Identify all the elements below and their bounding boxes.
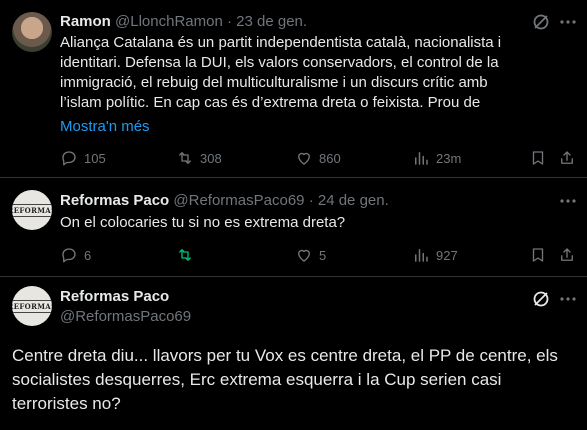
more-icon[interactable] xyxy=(558,12,578,32)
like-count: 5 xyxy=(319,247,327,263)
reply-button[interactable]: 6 xyxy=(60,245,91,265)
avatar[interactable]: REFORMAS xyxy=(12,190,52,230)
reply-count: 6 xyxy=(84,247,92,263)
reply-count: 105 xyxy=(84,150,106,166)
tweet-text: On el colocaries tu si no es extrema dre… xyxy=(60,214,346,231)
tweet-date[interactable]: 24 de gen. xyxy=(318,192,389,209)
like-button[interactable]: 5 xyxy=(295,245,326,265)
author-handle[interactable]: @ReformasPaco69 xyxy=(173,192,304,209)
share-icon xyxy=(561,248,573,261)
views-icon xyxy=(415,152,428,165)
grok-icon[interactable] xyxy=(531,12,551,32)
tweet-ramon[interactable]: Ramon @LlonchRamon · 23 de gen. Aliança … xyxy=(0,0,587,178)
bookmark-icon xyxy=(532,248,544,262)
reply-button[interactable]: 105 xyxy=(60,148,106,168)
share-button[interactable] xyxy=(558,148,576,168)
author-name[interactable]: Reformas Paco xyxy=(60,287,169,307)
retweet-button[interactable] xyxy=(176,245,200,265)
views-count: 927 xyxy=(436,247,458,263)
views-button[interactable]: 23m xyxy=(412,148,461,168)
retweet-count: 308 xyxy=(200,150,222,166)
like-icon xyxy=(298,152,310,165)
tweet-reformas-reply[interactable]: REFORMAS Reformas Paco @ReformasPaco69 ·… xyxy=(0,178,587,277)
grok-icon[interactable] xyxy=(531,289,551,309)
bookmark-button[interactable] xyxy=(529,245,547,265)
like-button[interactable]: 860 xyxy=(295,148,341,168)
avatar-logo-text: REFORMAS xyxy=(12,299,52,313)
action-bar: 6 5 927 xyxy=(60,245,580,265)
share-icon xyxy=(561,151,573,164)
tweet-text-content: Aliança Catalana és un partit independen… xyxy=(60,34,502,111)
retweet-icon xyxy=(179,249,191,261)
avatar[interactable]: REFORMAS xyxy=(12,286,52,326)
retweet-icon xyxy=(179,152,191,164)
action-bar: 105 308 860 23m xyxy=(60,148,580,168)
bookmark-button[interactable] xyxy=(529,148,547,168)
share-button[interactable] xyxy=(558,245,576,265)
tweet-reformas-focused: REFORMAS Reformas Paco @ReformasPaco69 C… xyxy=(0,277,587,430)
reply-icon xyxy=(62,248,76,263)
tweet-header: Ramon @LlonchRamon · 23 de gen. xyxy=(60,12,307,32)
tweet-header: Reformas Paco @ReformasPaco69 · 24 de ge… xyxy=(60,191,389,211)
author-name[interactable]: Ramon xyxy=(60,13,111,30)
views-count: 23m xyxy=(436,150,462,166)
avatar-logo-text: REFORMAS xyxy=(12,203,52,217)
retweet-button[interactable]: 308 xyxy=(176,148,222,168)
separator: · xyxy=(308,192,314,209)
avatar[interactable] xyxy=(12,12,52,52)
tweet-text: Centre dreta diu... llavors per tu Vox e… xyxy=(12,346,558,413)
like-count: 860 xyxy=(319,150,341,166)
views-icon xyxy=(415,249,428,262)
show-more-link[interactable]: Mostra'n més xyxy=(60,117,530,137)
tweet-text: Aliança Catalana és un partit independen… xyxy=(60,33,530,113)
author-handle[interactable]: @LlonchRamon xyxy=(115,13,223,30)
tweet-date[interactable]: 23 de gen. xyxy=(236,13,307,30)
author-name[interactable]: Reformas Paco xyxy=(60,192,169,209)
author-handle[interactable]: @ReformasPaco69 xyxy=(60,307,191,327)
views-button[interactable]: 927 xyxy=(412,245,458,265)
separator: · xyxy=(226,13,232,30)
more-icon[interactable] xyxy=(558,289,578,309)
reply-icon xyxy=(62,151,76,166)
like-icon xyxy=(298,249,310,262)
bookmark-icon xyxy=(532,151,544,165)
more-icon[interactable] xyxy=(558,191,578,211)
